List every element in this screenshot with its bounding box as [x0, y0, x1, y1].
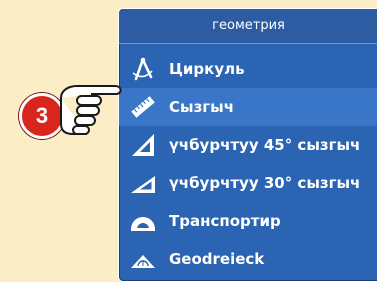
pointing-hand-icon — [60, 85, 122, 135]
compass-icon — [129, 55, 157, 83]
ruler-icon — [129, 93, 157, 121]
panel-title: геометрия — [119, 9, 377, 44]
triangle-30-icon — [129, 169, 157, 197]
menu-item-triangle-45[interactable]: үчбурчтуу 45° сызгыч — [119, 126, 377, 164]
menu-item-label: Geodreieck — [169, 250, 265, 268]
triangle-45-icon — [129, 131, 157, 159]
menu-item-geodreieck[interactable]: Geodreieck — [119, 240, 377, 278]
geometry-menu-panel: геометрия Циркуль Сызгыч үчбурчтуу 45° с… — [118, 8, 377, 282]
menu-item-compass[interactable]: Циркуль — [119, 50, 377, 88]
menu-item-ruler[interactable]: Сызгыч — [119, 88, 377, 126]
menu-item-label: Циркуль — [169, 60, 245, 78]
menu-item-protractor[interactable]: Транспортир — [119, 202, 377, 240]
menu-item-label: Транспортир — [169, 212, 281, 230]
menu-item-triangle-30[interactable]: үчбурчтуу 30° сызгыч — [119, 164, 377, 202]
menu-item-label: үчбурчтуу 45° сызгыч — [169, 136, 361, 154]
protractor-icon — [129, 207, 157, 235]
geodreieck-icon — [129, 245, 157, 273]
menu-item-label: үчбурчтуу 30° сызгыч — [169, 174, 361, 192]
menu-item-label: Сызгыч — [169, 98, 234, 116]
